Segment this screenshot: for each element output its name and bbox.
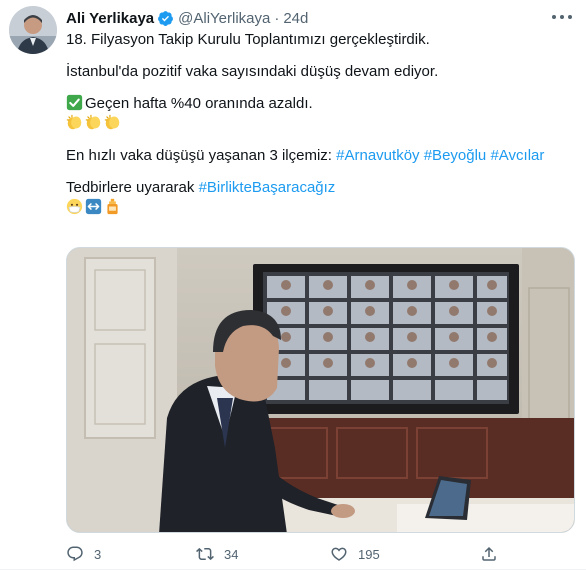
text-line-4: En hızlı vaka düşüşü yaşanan 3 ilçemiz: … xyxy=(66,146,576,166)
hashtag-avcilar[interactable]: #Avcılar xyxy=(490,147,544,164)
author-handle[interactable]: @AliYerlikaya xyxy=(178,10,270,27)
text-line-2: İstanbul'da pozitif vaka sayısındaki düş… xyxy=(66,63,439,80)
districts-intro-text: En hızlı vaka düşüşü yaşanan 3 ilçemiz: xyxy=(66,147,332,164)
tweet-actions: 3 34 195 xyxy=(66,544,575,564)
left-right-arrow-icon xyxy=(85,198,102,215)
warning-text: Tedbirlere uyararak xyxy=(66,179,195,196)
text-line-5: Tedbirlere uyararak #BirlikteBaşaracağız xyxy=(66,178,576,198)
clap-emoji-row xyxy=(66,114,576,134)
text-line-1: 18. Filyasyon Takip Kurulu Toplantımızı … xyxy=(66,31,430,48)
tweet-photo[interactable] xyxy=(66,247,575,533)
reply-icon xyxy=(67,546,83,562)
retweet-icon xyxy=(196,547,214,561)
retweet-button[interactable]: 34 xyxy=(196,545,238,563)
like-button[interactable]: 195 xyxy=(330,545,380,563)
verified-badge-icon xyxy=(158,10,174,26)
safety-emoji-row xyxy=(66,198,576,218)
tweet-text: 18. Filyasyon Takip Kurulu Toplantımızı … xyxy=(66,30,576,218)
tweet-timestamp[interactable]: 24d xyxy=(283,10,308,27)
separator-dot: · xyxy=(274,9,280,27)
clapping-hands-icon xyxy=(85,114,101,130)
share-icon xyxy=(482,546,496,561)
avatar[interactable] xyxy=(9,6,57,54)
reply-button[interactable]: 3 xyxy=(66,545,101,563)
like-count: 195 xyxy=(358,546,380,562)
lotion-bottle-icon xyxy=(107,198,118,215)
retweet-count: 34 xyxy=(224,546,239,562)
hashtag-birliktebasaracagiz[interactable]: #BirlikteBaşaracağız xyxy=(199,179,336,196)
decline-percentage-text: Geçen hafta %40 oranında azaldı. xyxy=(85,95,313,112)
hashtag-beyoglu[interactable]: #Beyoğlu xyxy=(424,147,487,164)
check-mark-button-icon xyxy=(66,94,83,111)
tweet-card[interactable]: Ali Yerlikaya @AliYerlikaya · 24d 18. Fi… xyxy=(0,0,586,570)
face-with-medical-mask-icon xyxy=(66,198,83,215)
text-line-3: Geçen hafta %40 oranında azaldı. xyxy=(66,94,576,114)
more-options-icon[interactable] xyxy=(552,10,572,24)
heart-icon xyxy=(331,547,347,561)
clapping-hands-icon xyxy=(104,114,120,130)
hashtag-arnavutkoy[interactable]: #Arnavutköy xyxy=(336,147,419,164)
reply-count: 3 xyxy=(94,546,102,562)
tweet-header: Ali Yerlikaya @AliYerlikaya · 24d xyxy=(66,8,308,28)
share-button[interactable] xyxy=(480,545,498,563)
clapping-hands-icon xyxy=(66,114,82,130)
author-name[interactable]: Ali Yerlikaya xyxy=(66,10,154,27)
